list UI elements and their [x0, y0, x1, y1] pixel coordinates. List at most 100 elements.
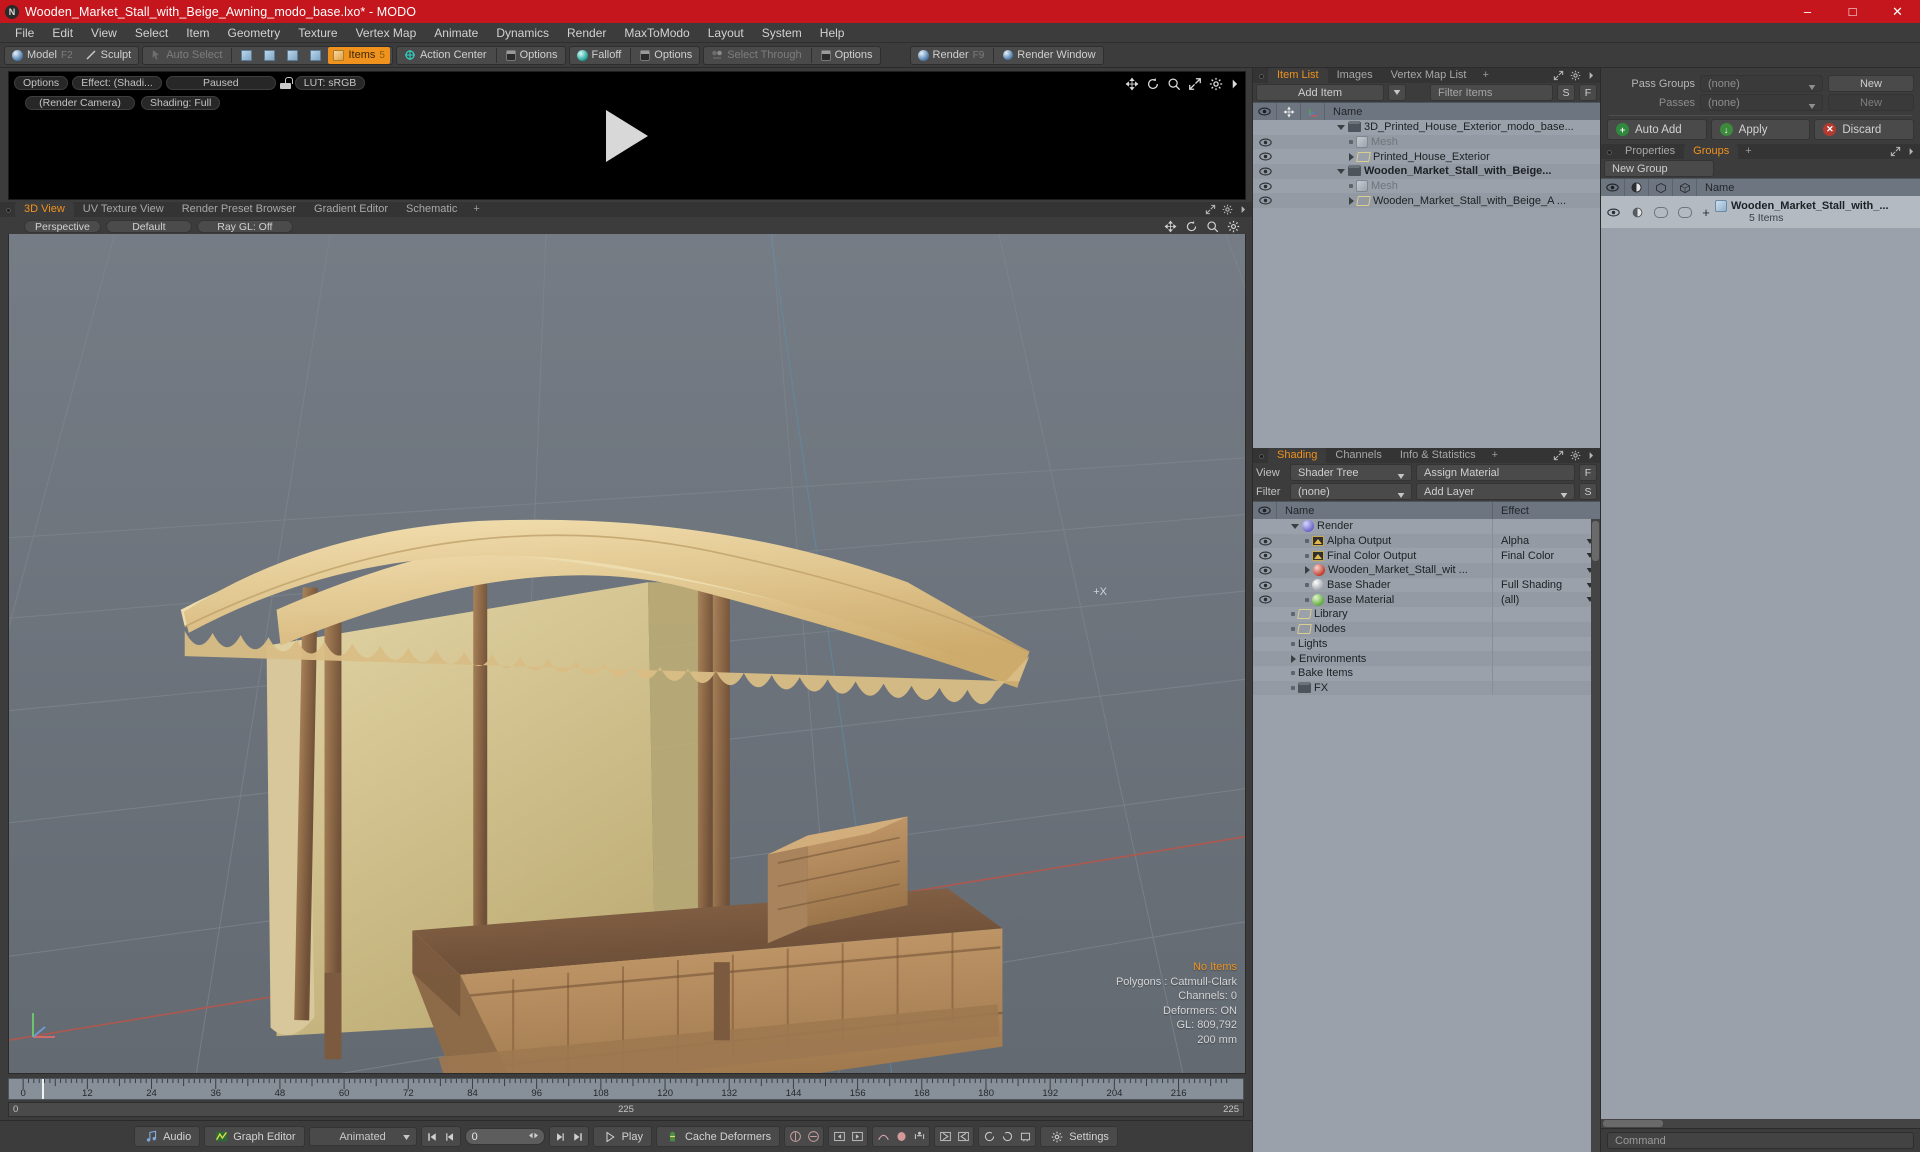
viewport-raygl-button[interactable]: Ray GL: Off [196, 220, 293, 233]
model-mode-button[interactable]: Model F2 [7, 48, 78, 63]
sculpt-mode-button[interactable]: Sculpt [80, 48, 137, 63]
arrow-icon[interactable] [1230, 77, 1239, 91]
audio-button[interactable]: Audio [134, 1126, 201, 1147]
chevron-down-icon[interactable] [1291, 523, 1299, 529]
preview-render-area[interactable]: Options Effect: (Shadi... Paused LUT: sR… [8, 71, 1246, 200]
zoom-icon[interactable] [1167, 77, 1181, 91]
shading-s-button[interactable]: S [1579, 483, 1597, 500]
key-range-end-icon[interactable] [955, 1129, 971, 1145]
table-row[interactable]: Base Shader Full Shading [1253, 577, 1600, 593]
table-row[interactable]: Wooden_Market_Stall_wit ... [1253, 563, 1600, 578]
menu-maxtomodo[interactable]: MaxToModo [615, 23, 698, 43]
gear-icon[interactable] [1570, 450, 1581, 461]
row-effect-cell[interactable]: (all) [1492, 592, 1600, 608]
pass-groups-new-button[interactable]: New [1828, 75, 1914, 92]
row-lock-cell[interactable] [1277, 120, 1301, 135]
eye-icon[interactable] [1258, 167, 1272, 176]
menu-select[interactable]: Select [126, 23, 177, 43]
eye-icon[interactable] [1258, 566, 1272, 575]
row-effect-cell[interactable]: Alpha [1492, 533, 1600, 549]
table-row[interactable]: 3D_Printed_House_Exterior_modo_base... [1253, 120, 1600, 135]
add-tab-button[interactable]: + [1475, 68, 1495, 83]
row-axis-cell[interactable] [1301, 164, 1325, 179]
item-list-f-button[interactable]: F [1579, 84, 1597, 101]
gear-icon[interactable] [1570, 70, 1581, 81]
tab-3d-view[interactable]: 3D View [15, 202, 74, 217]
cycle-icon[interactable] [999, 1129, 1015, 1145]
groups-rows[interactable]: + Wooden_Market_Stall_with_... 5 Items [1601, 196, 1920, 1119]
falloff-button[interactable]: Falloff [572, 48, 627, 63]
table-row[interactable]: Wooden_Market_Stall_with_Beige... [1253, 164, 1600, 179]
minimize-icon[interactable]: – [1785, 0, 1830, 23]
row-lock-cell[interactable] [1277, 135, 1301, 150]
menu-system[interactable]: System [753, 23, 811, 43]
table-row[interactable]: Final Color Output Final Color [1253, 548, 1600, 564]
preview-paused-button[interactable]: Paused [165, 76, 276, 90]
eye-icon[interactable] [1258, 551, 1272, 560]
column-visibility-icon[interactable] [1253, 502, 1277, 519]
shading-f-button[interactable]: F [1579, 464, 1597, 481]
eye-icon[interactable] [1258, 581, 1272, 590]
row-lock-cell[interactable] [1277, 193, 1301, 208]
row-axis-cell[interactable] [1301, 135, 1325, 150]
row-visibility-toggle[interactable] [1253, 592, 1277, 607]
move-icon[interactable] [1164, 220, 1177, 233]
animation-mode-select[interactable]: Animated [308, 1127, 417, 1146]
row-effect-cell[interactable]: Final Color [1492, 548, 1600, 564]
select-through-button[interactable]: Select Through [706, 48, 806, 63]
maximize-panel-icon[interactable] [1205, 204, 1216, 215]
row-visibility-toggle[interactable] [1253, 651, 1277, 666]
chevron-right-icon[interactable] [1349, 152, 1354, 161]
row-visibility-toggle[interactable] [1253, 193, 1277, 208]
preview-options-button[interactable]: Options [14, 76, 69, 90]
step-back-icon[interactable] [442, 1129, 458, 1145]
row-visibility-toggle[interactable] [1253, 179, 1277, 194]
row-visibility-toggle[interactable] [1253, 666, 1277, 681]
preview-effect-button[interactable]: Effect: (Shadi... [72, 76, 162, 90]
row-visibility-icon[interactable] [1601, 196, 1625, 228]
passes-select[interactable]: (none) [1700, 94, 1823, 111]
row-effect-cell[interactable]: Full Shading [1492, 577, 1600, 593]
viewport-shading-button[interactable]: Default [105, 220, 192, 233]
rotate-icon[interactable] [1185, 220, 1198, 233]
vertex-mode-button[interactable] [236, 48, 257, 63]
reload-icon[interactable] [981, 1129, 997, 1145]
menu-texture[interactable]: Texture [289, 23, 346, 43]
move-icon[interactable] [1125, 77, 1139, 91]
falloff-options-button[interactable]: Options [635, 48, 697, 63]
arrow-icon[interactable] [1587, 70, 1595, 81]
timeline-playhead[interactable] [42, 1079, 44, 1099]
shader-tree-select[interactable]: Shader Tree [1290, 464, 1412, 481]
table-row[interactable]: Mesh [1253, 134, 1600, 150]
timeline-ruler[interactable]: 0 12 24 36 48 60 72 84 96 108 120 132 144 156 168 180 19… [8, 1078, 1244, 1100]
chevron-down-icon[interactable] [1337, 168, 1345, 174]
prev-key-icon[interactable] [831, 1129, 847, 1145]
polygon-mode-button[interactable] [282, 48, 303, 63]
tab-item-list[interactable]: Item List [1268, 68, 1328, 83]
shading-filter-select[interactable]: (none) [1290, 483, 1412, 500]
tab-groups[interactable]: Groups [1684, 144, 1739, 159]
maximize-panel-icon[interactable] [1890, 146, 1901, 157]
row-visibility-toggle[interactable] [1253, 519, 1277, 534]
material-mode-button[interactable] [305, 48, 326, 63]
timeline-range-bar[interactable]: 0 225 225 [8, 1102, 1244, 1117]
graph-editor-button[interactable]: Graph Editor [204, 1126, 305, 1147]
menu-edit[interactable]: Edit [43, 23, 82, 43]
row-lock-cell[interactable] [1277, 179, 1301, 194]
menu-animate[interactable]: Animate [425, 23, 487, 43]
column-lock-icon[interactable] [1277, 103, 1301, 120]
row-visibility-toggle[interactable] [1253, 681, 1277, 696]
row-lock-cell[interactable] [1277, 149, 1301, 164]
table-row[interactable]: Lights [1253, 636, 1600, 652]
menu-render[interactable]: Render [558, 23, 615, 43]
column-wireframe-icon[interactable] [1649, 179, 1673, 196]
edge-mode-button[interactable] [259, 48, 280, 63]
tab-schematic[interactable]: Schematic [397, 202, 466, 217]
chevron-right-icon[interactable] [1305, 566, 1310, 575]
table-row[interactable]: Library [1253, 607, 1600, 622]
gear-icon[interactable] [1209, 77, 1223, 91]
row-visibility-toggle[interactable] [1253, 563, 1277, 578]
row-select-toggle[interactable] [1673, 196, 1697, 228]
item-list-rows[interactable]: 3D_Printed_House_Exterior_modo_base... Me… [1253, 120, 1600, 448]
menu-file[interactable]: File [6, 23, 43, 43]
